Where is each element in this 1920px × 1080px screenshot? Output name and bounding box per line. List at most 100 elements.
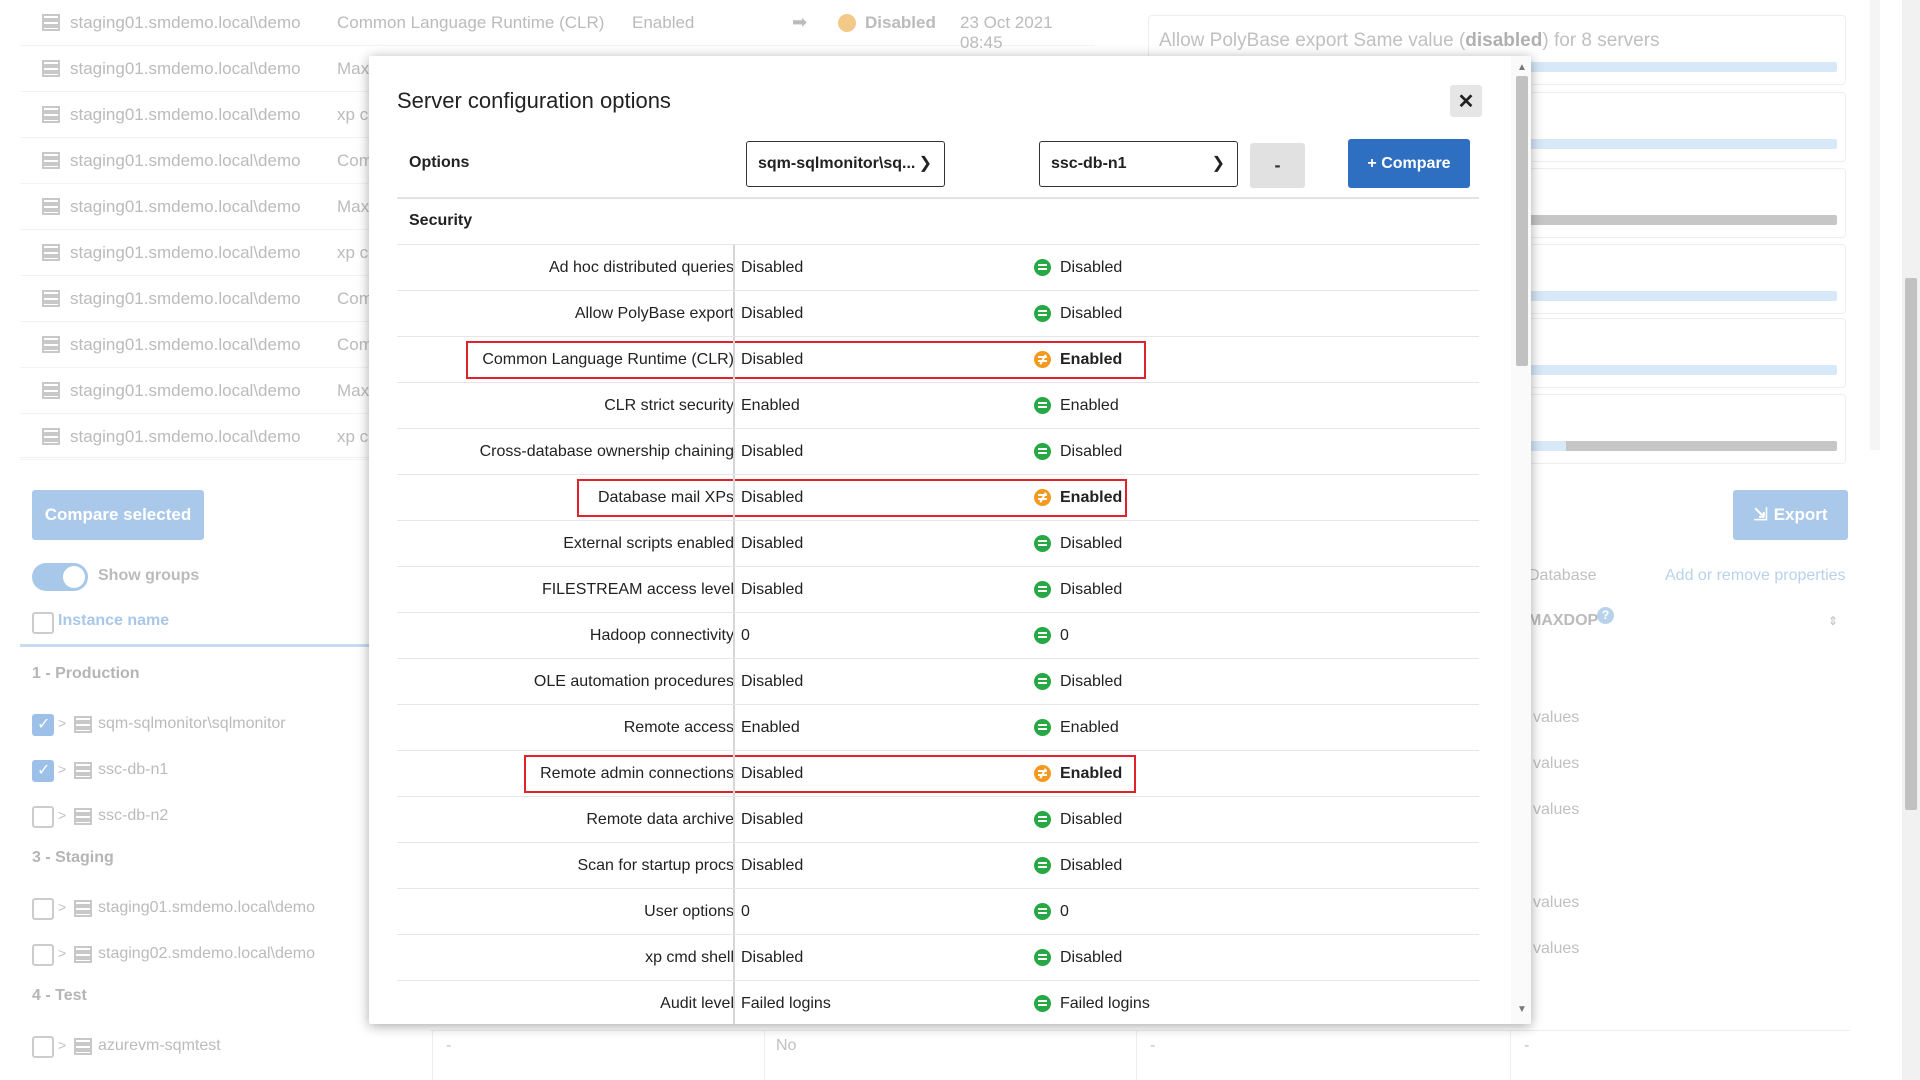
property-name: xp c bbox=[337, 105, 369, 124]
option-row[interactable]: Ad hoc distributed queries Disabled Disabl… bbox=[397, 244, 1479, 291]
server-icon bbox=[42, 382, 60, 399]
maxdop-header[interactable]: MAXDOP bbox=[1528, 612, 1598, 630]
instance-checkbox[interactable] bbox=[32, 944, 54, 966]
column-divider bbox=[733, 935, 735, 981]
server-icon bbox=[74, 716, 92, 733]
chevron-right-icon[interactable]: > bbox=[58, 899, 66, 915]
maxdop-value: values bbox=[1533, 894, 1580, 911]
add-remove-properties-link[interactable]: Add or remove properties bbox=[1665, 567, 1846, 585]
option-row[interactable]: Allow PolyBase export Disabled Disabled bbox=[397, 290, 1479, 337]
change-row[interactable]: staging01.smdemo.local\demo Common Langua… bbox=[20, 0, 1095, 52]
server-a-value: Disabled bbox=[741, 305, 804, 322]
option-name: Scan for startup procs bbox=[577, 857, 734, 874]
compare-button[interactable]: + Compare bbox=[1348, 139, 1470, 188]
server-b-value: 0 bbox=[1060, 903, 1069, 920]
server-a-value: Disabled bbox=[741, 259, 804, 276]
modal-scrollbar[interactable]: ▲ ▼ bbox=[1511, 56, 1531, 1024]
option-row[interactable]: User options 0 0 bbox=[397, 888, 1479, 935]
help-icon[interactable]: ? bbox=[1597, 607, 1614, 624]
server-b-value: Disabled bbox=[1060, 857, 1123, 874]
option-row[interactable]: Audit level Failed logins Failed logins bbox=[397, 980, 1479, 1024]
option-row[interactable]: xp cmd shell Disabled Disabled bbox=[397, 934, 1479, 981]
option-row[interactable]: Common Language Runtime (CLR) Disabled Ena… bbox=[397, 336, 1479, 383]
server-b-select[interactable]: ssc-db-n1 ❯ bbox=[1039, 141, 1238, 187]
sort-icon[interactable]: ⇕ bbox=[1828, 614, 1838, 628]
chevron-right-icon[interactable]: > bbox=[58, 761, 66, 777]
summary-scrollbar[interactable] bbox=[1870, 0, 1880, 450]
instance-row[interactable]: > staging02.smdemo.local\demo bbox=[20, 932, 370, 978]
instance-row[interactable]: > ssc-db-n2 bbox=[20, 794, 370, 840]
option-row[interactable]: Scan for startup procs Disabled Disabled bbox=[397, 842, 1479, 889]
option-row[interactable]: Cross-database ownership chaining Disable… bbox=[397, 428, 1479, 475]
modal-title: Server configuration options bbox=[397, 88, 671, 113]
server-b-value: Enabled bbox=[1060, 719, 1119, 736]
server-icon bbox=[74, 946, 92, 963]
server-b-value: ssc-db-n1 bbox=[1051, 155, 1127, 172]
server-name: staging01.smdemo.local\demo bbox=[70, 105, 301, 124]
equal-icon bbox=[1034, 857, 1051, 874]
instance-name: staging01.smdemo.local\demo bbox=[98, 899, 316, 916]
option-row[interactable]: Remote access Enabled Enabled bbox=[397, 704, 1479, 751]
scroll-down-icon[interactable]: ▼ bbox=[1517, 1004, 1527, 1015]
instance-row[interactable]: > azurevm-sqmtest bbox=[20, 1024, 370, 1070]
section-title: Security bbox=[409, 212, 473, 229]
server-a-select[interactable]: sqm-sqlmonitor\sq... ❯ bbox=[746, 141, 945, 187]
page-scrollbar-thumb[interactable] bbox=[1905, 278, 1917, 810]
server-b-value: Disabled bbox=[1060, 259, 1123, 276]
option-row[interactable]: CLR strict security Enabled Enabled bbox=[397, 382, 1479, 429]
column-divider bbox=[1510, 1030, 1511, 1080]
options-table: Ad hoc distributed queries Disabled Disabl… bbox=[397, 244, 1479, 1024]
chevron-right-icon[interactable]: > bbox=[58, 1037, 66, 1053]
option-row[interactable]: FILESTREAM access level Disabled Disabled bbox=[397, 566, 1479, 613]
option-row[interactable]: Remote admin connections Disabled Enabled bbox=[397, 750, 1479, 797]
server-config-modal: Server configuration options ✕ Options s… bbox=[369, 56, 1531, 1024]
column-divider bbox=[733, 521, 735, 567]
server-b-value: Enabled bbox=[1060, 351, 1123, 368]
column-divider bbox=[764, 1030, 765, 1080]
compare-selected-button[interactable]: Compare selected bbox=[32, 490, 204, 540]
show-groups-toggle[interactable] bbox=[32, 563, 88, 591]
option-name: Hadoop connectivity bbox=[589, 627, 734, 644]
column-divider bbox=[733, 429, 735, 475]
close-icon: ✕ bbox=[1457, 90, 1475, 113]
option-name: Cross-database ownership chaining bbox=[479, 443, 734, 460]
property-name: Com bbox=[337, 151, 373, 170]
equal-icon bbox=[1034, 581, 1051, 598]
option-row[interactable]: External scripts enabled Disabled Disabled bbox=[397, 520, 1479, 567]
option-row[interactable]: Hadoop connectivity 0 0 bbox=[397, 612, 1479, 659]
instance-row[interactable]: > ssc-db-n1 bbox=[20, 748, 370, 794]
close-button[interactable]: ✕ bbox=[1450, 85, 1482, 117]
instance-checkbox[interactable] bbox=[32, 760, 54, 782]
modal-scrollbar-thumb[interactable] bbox=[1516, 76, 1528, 366]
instance-checkbox[interactable] bbox=[32, 1036, 54, 1058]
equal-icon bbox=[1034, 259, 1051, 276]
select-all-checkbox[interactable] bbox=[32, 612, 54, 634]
scroll-up-icon[interactable]: ▲ bbox=[1517, 62, 1527, 73]
chevron-right-icon[interactable]: > bbox=[58, 807, 66, 823]
server-a-value: Disabled bbox=[741, 489, 804, 506]
server-icon bbox=[74, 762, 92, 779]
equal-icon bbox=[1034, 903, 1051, 920]
instance-name: sqm-sqlmonitor\sqlmonitor bbox=[98, 715, 286, 732]
option-name: Remote data archive bbox=[586, 811, 734, 828]
option-row[interactable]: Remote data archive Disabled Disabled bbox=[397, 796, 1479, 843]
server-name: staging01.smdemo.local\demo bbox=[70, 427, 301, 446]
page-scrollbar[interactable] bbox=[1902, 0, 1920, 1080]
equal-icon bbox=[1034, 719, 1051, 736]
instance-name-header[interactable]: Instance name bbox=[58, 612, 169, 630]
column-divider bbox=[733, 383, 735, 429]
export-button[interactable]: ⇲ Export bbox=[1733, 490, 1848, 540]
option-row[interactable]: OLE automation procedures Disabled Disable… bbox=[397, 658, 1479, 705]
maxdop-value: values bbox=[1533, 709, 1580, 726]
instance-name: ssc-db-n1 bbox=[98, 761, 169, 778]
instance-checkbox[interactable] bbox=[32, 714, 54, 736]
instance-row[interactable]: > staging01.smdemo.local\demo bbox=[20, 886, 370, 932]
instance-row[interactable]: > sqm-sqlmonitor\sqlmonitor bbox=[20, 702, 370, 748]
instance-checkbox[interactable] bbox=[32, 806, 54, 828]
property-name: Com bbox=[337, 335, 373, 354]
chevron-right-icon[interactable]: > bbox=[58, 945, 66, 961]
remove-server-button[interactable]: - bbox=[1250, 143, 1305, 188]
instance-checkbox[interactable] bbox=[32, 898, 54, 920]
option-row[interactable]: Database mail XPs Disabled Enabled bbox=[397, 474, 1479, 521]
chevron-right-icon[interactable]: > bbox=[58, 715, 66, 731]
